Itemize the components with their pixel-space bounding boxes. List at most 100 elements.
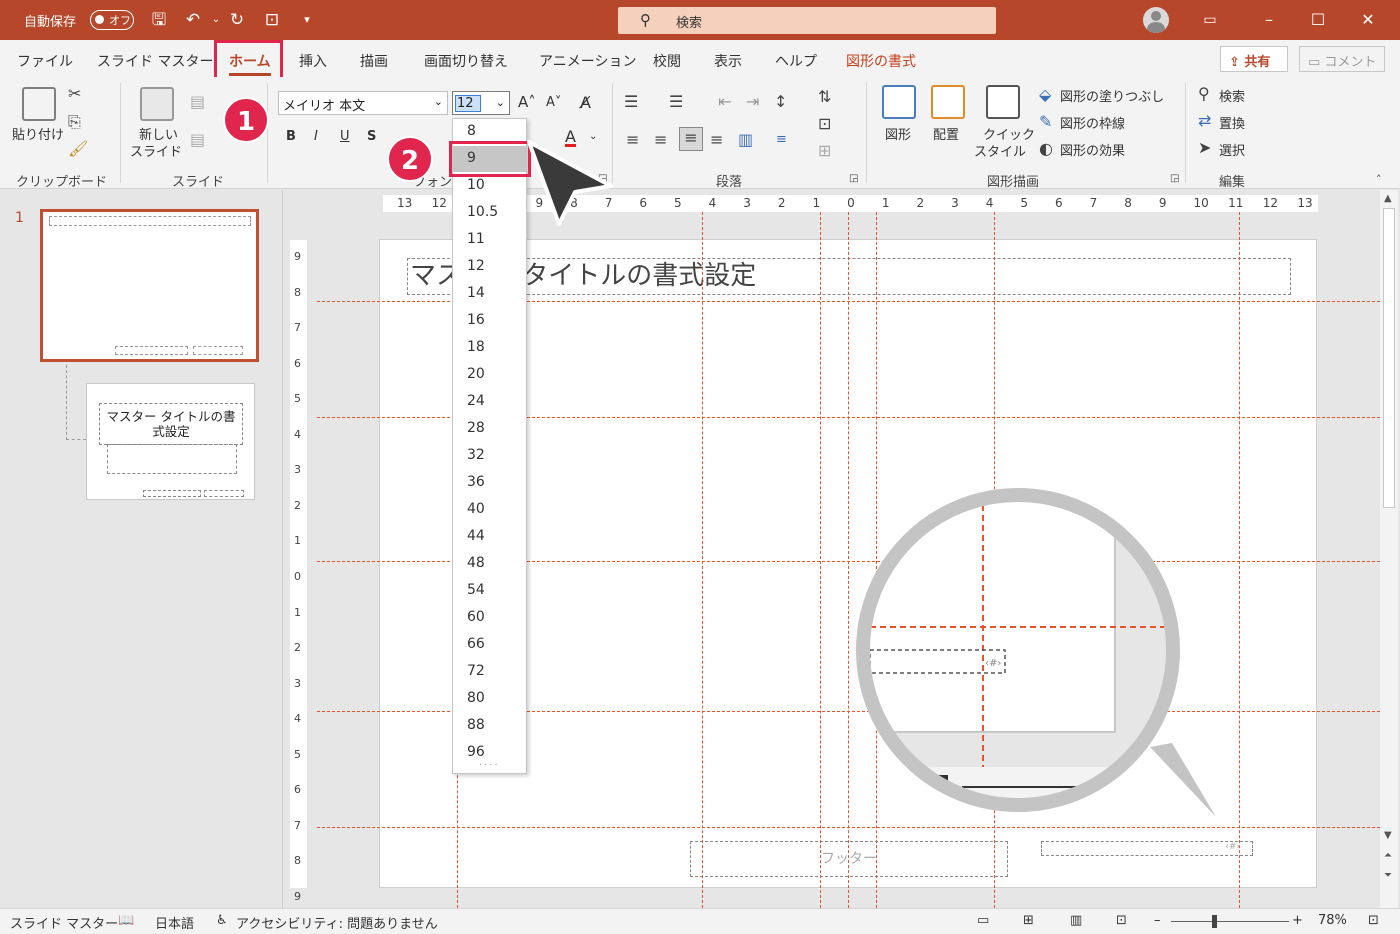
shape-outline-label[interactable]: 図形の枠線: [1060, 113, 1125, 132]
drawing-dialog-launcher-icon[interactable]: ◲: [1170, 173, 1179, 184]
new-slide-label-2[interactable]: スライド: [130, 141, 182, 160]
zoom-out-button[interactable]: –: [1154, 913, 1161, 928]
maximize-button[interactable]: ☐: [1306, 8, 1330, 32]
select-icon[interactable]: ➤: [1198, 138, 1211, 157]
redo-icon[interactable]: ↻: [226, 9, 248, 31]
dropdown-resize-grip-icon[interactable]: ····: [479, 760, 500, 771]
numbering-icon[interactable]: ☰: [669, 92, 683, 111]
size-option[interactable]: 18: [453, 335, 526, 361]
size-option[interactable]: 36: [453, 470, 526, 496]
tab-review[interactable]: 校閲: [653, 51, 681, 71]
increase-indent-icon[interactable]: ⇥: [746, 92, 759, 111]
normal-view-icon[interactable]: ▭: [977, 913, 989, 928]
distributed-icon[interactable]: ▥: [738, 130, 753, 149]
size-option[interactable]: 48: [453, 551, 526, 577]
size-option[interactable]: 54: [453, 578, 526, 604]
layout-thumbnail[interactable]: マスター タイトルの書 式設定: [86, 383, 255, 500]
tab-insert[interactable]: 挿入: [299, 51, 327, 71]
align-right-icon[interactable]: ≡: [679, 127, 703, 151]
guide-line[interactable]: [820, 212, 821, 908]
tab-animations[interactable]: アニメーション: [539, 51, 636, 71]
size-option[interactable]: 14: [453, 281, 526, 307]
size-option[interactable]: 44: [453, 524, 526, 550]
size-option[interactable]: 20: [453, 362, 526, 388]
size-option[interactable]: 16: [453, 308, 526, 334]
start-slideshow-icon[interactable]: ⊡: [261, 9, 283, 31]
guide-line[interactable]: [848, 212, 849, 908]
align-text-icon[interactable]: ⊡: [818, 114, 831, 133]
language[interactable]: 日本語: [155, 913, 194, 932]
customize-qat-icon[interactable]: ▾: [296, 9, 318, 31]
reading-view-icon[interactable]: ▥: [1070, 913, 1082, 928]
size-option[interactable]: 80: [453, 686, 526, 712]
scroll-down-icon[interactable]: ▼: [1384, 830, 1392, 841]
minimize-button[interactable]: –: [1257, 8, 1281, 32]
scroll-up-icon[interactable]: ▲: [1384, 193, 1392, 204]
guide-line[interactable]: [317, 827, 1380, 828]
autosave-toggle[interactable]: オフ: [90, 10, 134, 30]
justify-icon[interactable]: ≡: [710, 130, 723, 149]
size-option[interactable]: 60: [453, 605, 526, 631]
align-center-icon[interactable]: ≡: [654, 130, 667, 149]
arrange-label[interactable]: 配置: [933, 124, 959, 143]
size-option[interactable]: 28: [453, 416, 526, 442]
tab-view[interactable]: 表示: [714, 51, 742, 71]
tab-draw[interactable]: 描画: [360, 51, 388, 71]
arrange-icon[interactable]: [931, 85, 965, 119]
size-option[interactable]: 66: [453, 632, 526, 658]
paste-label[interactable]: 貼り付け: [12, 124, 64, 143]
font-name-select[interactable]: メイリオ 本文 ⌄: [278, 91, 448, 115]
vertical-scrollbar[interactable]: ▲ ▼ ⏶ ⏷: [1380, 190, 1398, 908]
bold-button[interactable]: B: [286, 129, 296, 144]
bullets-icon[interactable]: ☰: [624, 92, 638, 111]
paste-icon[interactable]: [22, 87, 56, 121]
title-placeholder[interactable]: マスター タイトルの書式設定: [407, 258, 1291, 295]
guide-line[interactable]: [1239, 212, 1240, 908]
zoom-slider[interactable]: [1171, 921, 1289, 922]
save-icon[interactable]: 🖫: [148, 9, 170, 31]
shape-fill-label[interactable]: 図形の塗りつぶし: [1060, 86, 1164, 105]
zoom-level[interactable]: 78%: [1318, 913, 1347, 928]
search-box[interactable]: ⚲ 検索: [618, 7, 996, 34]
size-option[interactable]: 40: [453, 497, 526, 523]
slideshow-view-icon[interactable]: ⊡: [1116, 913, 1127, 928]
avatar[interactable]: [1143, 7, 1169, 33]
text-direction-icon[interactable]: ⇅: [818, 87, 831, 106]
find-icon[interactable]: ⚲: [1198, 84, 1210, 103]
align-left-icon[interactable]: ≡: [626, 130, 639, 149]
previous-slide-icon[interactable]: ⏶: [1384, 850, 1392, 861]
shape-label[interactable]: 図形: [885, 124, 911, 143]
size-option[interactable]: 72: [453, 659, 526, 685]
size-option[interactable]: 32: [453, 443, 526, 469]
slide-number-placeholder[interactable]: ‹#›: [1041, 841, 1253, 856]
ribbon-display-icon[interactable]: ▭: [1198, 8, 1222, 32]
size-option[interactable]: 12: [453, 254, 526, 280]
scroll-thumb[interactable]: [1383, 208, 1395, 508]
spelling-icon[interactable]: 📖: [118, 913, 134, 928]
shape-icon[interactable]: [882, 85, 916, 119]
share-button[interactable]: ⇪ 共有: [1220, 46, 1288, 72]
shrink-font-icon[interactable]: A˅: [546, 95, 561, 110]
accessibility-icon[interactable]: ♿: [216, 913, 228, 928]
undo-icon[interactable]: ↶: [182, 9, 204, 31]
slide-sorter-icon[interactable]: ⊞: [1023, 913, 1034, 928]
columns-icon[interactable]: ≡: [776, 132, 787, 147]
tab-transitions[interactable]: 画面切り替え: [424, 51, 508, 71]
master-thumbnail[interactable]: [40, 209, 259, 362]
quick-style-label-2[interactable]: スタイル: [974, 141, 1026, 160]
zoom-slider-thumb[interactable]: [1212, 915, 1217, 928]
shape-fill-icon[interactable]: ⬙: [1039, 85, 1051, 104]
replace-icon[interactable]: ⇄: [1198, 111, 1211, 130]
shape-effect-icon[interactable]: ◐: [1039, 139, 1053, 158]
tab-shape-format[interactable]: 図形の書式: [846, 51, 916, 71]
shape-effect-label[interactable]: 図形の効果: [1060, 140, 1125, 159]
new-slide-icon[interactable]: [140, 87, 174, 121]
select-label[interactable]: 選択: [1219, 140, 1245, 159]
paragraph-dialog-launcher-icon[interactable]: ◲: [849, 173, 858, 184]
size-option[interactable]: 11: [453, 227, 526, 253]
undo-dropdown-icon[interactable]: ⌄: [205, 9, 227, 31]
size-option[interactable]: 88: [453, 713, 526, 739]
line-spacing-icon[interactable]: ↕: [774, 92, 787, 111]
font-size-value[interactable]: 12: [455, 95, 481, 112]
footer-placeholder[interactable]: フッター: [690, 841, 1008, 877]
